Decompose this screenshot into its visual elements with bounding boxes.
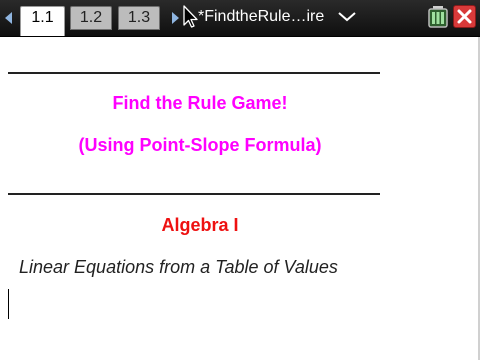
tab-1-3[interactable]: 1.3 xyxy=(118,6,160,30)
lesson-description: Linear Equations from a Table of Values xyxy=(19,257,338,277)
tab-label: 1.3 xyxy=(127,9,151,26)
tab-label: 1.1 xyxy=(31,9,54,26)
arrow-left-icon[interactable] xyxy=(5,12,12,24)
horizontal-rule xyxy=(8,193,380,195)
chevron-down-icon[interactable] xyxy=(337,11,357,23)
battery-icon xyxy=(428,6,448,28)
title-bar: 1.1 1.2 1.3 *FindtheRule…ire xyxy=(0,0,480,37)
notes-page[interactable]: Find the Rule Game! (Using Point-Slope F… xyxy=(0,37,480,360)
text-cursor xyxy=(8,289,9,319)
subject-heading: Algebra I xyxy=(161,215,239,235)
page-subtitle: (Using Point-Slope Formula) xyxy=(78,135,322,155)
cursor-icon xyxy=(183,5,198,28)
close-button[interactable] xyxy=(453,5,476,28)
horizontal-rule xyxy=(8,72,380,74)
tab-1-1[interactable]: 1.1 xyxy=(20,6,65,36)
tab-label: 1.2 xyxy=(79,9,103,26)
tab-1-2[interactable]: 1.2 xyxy=(70,6,112,30)
arrow-right-icon[interactable] xyxy=(172,12,179,24)
close-icon xyxy=(457,9,472,24)
document-name[interactable]: *FindtheRule…ire xyxy=(198,7,324,27)
page-title: Find the Rule Game! xyxy=(112,93,288,113)
